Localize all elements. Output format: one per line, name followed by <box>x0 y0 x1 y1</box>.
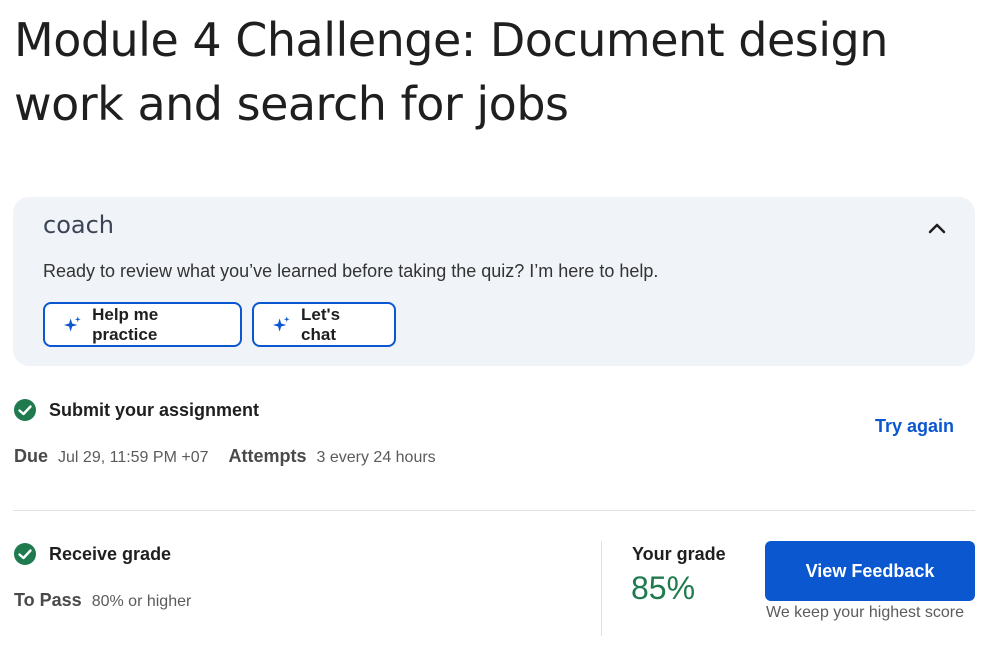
help-me-practice-button[interactable]: Help me practice <box>43 302 242 347</box>
due-label: Due <box>14 446 49 466</box>
highest-score-note: We keep your highest score <box>766 604 965 621</box>
submit-assignment-heading: Submit your assignment <box>13 398 259 422</box>
help-me-practice-label: Help me practice <box>92 304 159 344</box>
try-again-link[interactable]: Try again <box>875 416 954 437</box>
chevron-up-icon <box>928 223 946 234</box>
lets-chat-label: Let's chat <box>301 304 341 344</box>
check-circle-icon <box>14 399 36 421</box>
attempts-label: Attempts <box>228 446 307 466</box>
to-pass-value: 80% or higher <box>91 593 192 610</box>
your-grade-label: Your grade <box>632 544 726 564</box>
to-pass-meta: To Pass 80% or higher <box>14 590 191 611</box>
section-divider <box>13 510 975 511</box>
grade-divider <box>601 541 602 636</box>
page-title: Module 4 Challenge: Document design work… <box>14 13 888 131</box>
check-circle-icon <box>14 543 36 565</box>
due-value: Jul 29, 11:59 PM +07 <box>58 449 209 466</box>
your-grade-value: 85% <box>631 570 696 606</box>
receive-grade-title: Receive grade <box>49 543 172 564</box>
sparkle-icon <box>63 315 81 332</box>
sparkle-icon <box>272 315 290 332</box>
attempts-value: 3 every 24 hours <box>316 449 436 466</box>
submit-assignment-title: Submit your assignment <box>49 399 260 420</box>
view-feedback-button[interactable]: View Feedback <box>765 541 975 601</box>
assignment-meta: Due Jul 29, 11:59 PM +07 Attempts 3 ever… <box>14 446 436 467</box>
receive-grade-heading: Receive grade <box>13 542 171 566</box>
coach-message: Ready to review what you’ve learned befo… <box>43 261 659 281</box>
lets-chat-button[interactable]: Let's chat <box>252 302 396 347</box>
collapse-button[interactable] <box>925 217 949 241</box>
coach-logo: coach <box>43 211 114 239</box>
to-pass-label: To Pass <box>14 590 82 610</box>
coach-panel: coach Ready to review what you’ve learne… <box>13 197 975 366</box>
